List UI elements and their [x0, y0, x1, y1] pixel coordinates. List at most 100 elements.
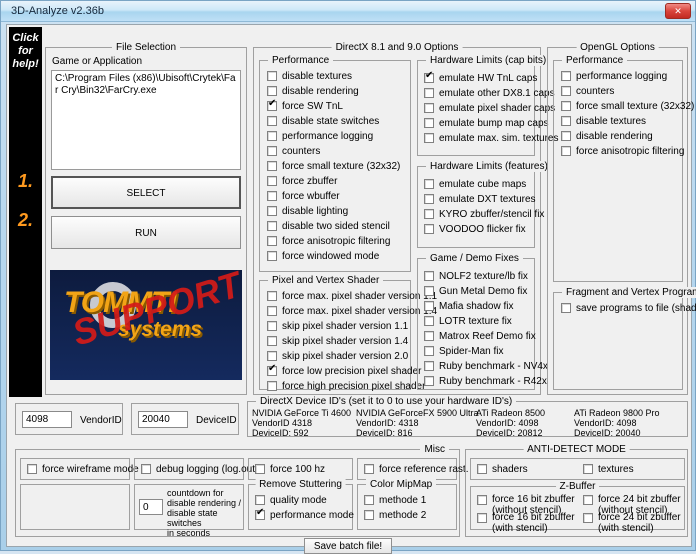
cb-emulate-cube-maps[interactable]: emulate cube maps [422, 177, 544, 192]
cb-lotr-texture-fix[interactable]: LOTR texture fix [422, 314, 548, 329]
checkbox-icon [561, 71, 571, 81]
cb-methode-1[interactable]: methode 1 [362, 493, 426, 508]
device-reference-name: NVIDIA GeForce Ti 4600 [252, 408, 352, 418]
cb-dx-force-small-texture[interactable]: force small texture (32x32) [265, 159, 400, 174]
cb-dx-force-windowed-mode[interactable]: force windowed mode [265, 249, 400, 264]
countdown-input[interactable] [139, 499, 163, 515]
cb-label: VOODOO flicker fix [439, 224, 526, 235]
checkbox-icon [267, 251, 277, 261]
cb-emulate-pixel-shader-caps[interactable]: emulate pixel shader caps [422, 101, 558, 116]
cb-force-24bit-zbuffer-with-stencil[interactable]: force 24 bit zbuffer (with stencil) [581, 511, 681, 535]
device-id-input[interactable] [138, 411, 188, 428]
cb-performance-mode[interactable]: performance mode [253, 507, 354, 523]
cb-gl-disable-rendering[interactable]: disable rendering [559, 129, 694, 144]
client-area: Click for help! 1. 2. File Selection Gam… [6, 24, 696, 554]
cb-skip-ps-20[interactable]: skip pixel shader version 2.0 [265, 349, 437, 364]
file-selection-group: File Selection Game or Application C:\Pr… [45, 42, 247, 395]
selected-path-display[interactable]: C:\Program Files (x86)\Ubisoft\Crytek\Fa… [51, 70, 241, 170]
checkbox-icon [561, 303, 571, 313]
cb-force-max-ps-14[interactable]: force max. pixel shader version 1.4 [265, 304, 437, 319]
checkbox-icon [255, 495, 265, 505]
color-mipmap-legend: Color MipMap [366, 479, 437, 490]
cb-methode-2[interactable]: methode 2 [362, 508, 426, 523]
vendor-id-input[interactable] [22, 411, 72, 428]
cb-dx-disable-rendering[interactable]: disable rendering [265, 84, 400, 99]
cb-force-16bit-zbuffer-with-stencil[interactable]: force 16 bit zbuffer (with stencil) [475, 511, 575, 535]
cb-dx-disable-state-switches[interactable]: disable state switches [265, 114, 400, 129]
cb-label: force wireframe mode [42, 464, 139, 475]
cb-emulate-other-dx81-caps[interactable]: emulate other DX8.1 caps [422, 86, 558, 101]
cb-gl-force-anisotropic-filtering[interactable]: force anisotropic filtering [559, 144, 694, 159]
cb-antidetect-shaders[interactable]: shaders [475, 462, 528, 477]
cb-force-100hz[interactable]: force 100 hz [253, 462, 325, 477]
help-sidebar[interactable]: Click for help! 1. 2. [9, 27, 42, 397]
run-button[interactable]: RUN [51, 216, 241, 249]
cb-skip-ps-11[interactable]: skip pixel shader version 1.1 [265, 319, 437, 334]
cb-kyro-zbuffer-stencil-fix[interactable]: KYRO zbuffer/stencil fix [422, 207, 544, 222]
checkbox-icon [424, 286, 434, 296]
cb-gl-counters[interactable]: counters [559, 84, 694, 99]
cb-force-low-precision-ps[interactable]: force low precision pixel shader [265, 363, 437, 379]
cb-debug-logging[interactable]: debug logging (log.out) [139, 462, 258, 477]
cb-save-programs-to-file[interactable]: save programs to file (shaders.out) [559, 301, 696, 316]
vendor-id-group: VendorID [15, 403, 123, 435]
opengl-performance-group: Performance performance logging counters… [553, 55, 694, 282]
cb-emulate-dxt-textures[interactable]: emulate DXT textures [422, 192, 544, 207]
fragment-vertex-programs-legend: Fragment and Vertex Programs [562, 287, 696, 298]
pixel-vertex-shader-legend: Pixel and Vertex Shader [268, 275, 384, 286]
cb-dx-disable-lighting[interactable]: disable lighting [265, 204, 400, 219]
cb-gl-force-small-texture[interactable]: force small texture (32x32) [559, 99, 694, 114]
cb-emulate-max-sim-textures[interactable]: emulate max. sim. textures [422, 131, 558, 146]
cb-dx-force-wbuffer[interactable]: force wbuffer [265, 189, 400, 204]
hardware-limits-cap-bits-legend: Hardware Limits (cap bits) [426, 55, 551, 66]
cb-label: LOTR texture fix [439, 316, 512, 327]
save-batch-file-button[interactable]: Save batch file! [304, 538, 392, 554]
device-reference-1: NVIDIA GeForceFX 5900 Ultra VendorID: 43… [356, 408, 496, 438]
cb-spider-man-fix[interactable]: Spider-Man fix [422, 344, 548, 359]
cb-dx-force-zbuffer[interactable]: force zbuffer [265, 174, 400, 189]
step-number-2: 2. [17, 210, 33, 230]
cb-label: disable textures [282, 71, 353, 82]
cb-label: emulate bump map caps [439, 118, 549, 129]
cb-label: force windowed mode [282, 251, 380, 262]
device-reference-name: ATi Radeon 8500 [476, 408, 546, 418]
cb-label: Matrox Reef Demo fix [439, 331, 536, 342]
cb-ruby-benchmark-r42x[interactable]: Ruby benchmark - R42x [422, 374, 548, 389]
cb-mafia-shadow-fix[interactable]: Mafia shadow fix [422, 299, 548, 314]
cb-force-reference-rast[interactable]: force reference rast. [362, 462, 468, 477]
cb-gl-performance-logging[interactable]: performance logging [559, 69, 694, 84]
cb-gl-disable-textures[interactable]: disable textures [559, 114, 694, 129]
cb-antidetect-textures[interactable]: textures [581, 462, 634, 477]
cb-emulate-bump-map-caps[interactable]: emulate bump map caps [422, 116, 558, 131]
cb-label: textures [598, 464, 634, 475]
cb-skip-ps-14[interactable]: skip pixel shader version 1.4 [265, 334, 437, 349]
cb-emulate-hw-tnl-caps[interactable]: emulate HW TnL caps [422, 70, 558, 86]
cb-label: methode 2 [379, 510, 427, 521]
cb-force-high-precision-ps[interactable]: force high precision pixel shader [265, 379, 437, 394]
zbuffer-group: Z-Buffer force 16 bit zbuffer (without s… [470, 481, 685, 534]
checkbox-icon [424, 133, 434, 143]
checkbox-icon [424, 118, 434, 128]
cb-gun-metal-demo-fix[interactable]: Gun Metal Demo fix [422, 284, 548, 299]
cb-dx-counters[interactable]: counters [265, 144, 400, 159]
cb-label: emulate max. sim. textures [439, 133, 559, 144]
directx-options-legend: DirectX 8.1 and 9.0 Options [331, 42, 463, 53]
cb-quality-mode[interactable]: quality mode [253, 493, 354, 508]
cb-dx-force-sw-tnl[interactable]: force SW TnL [265, 98, 400, 114]
checkbox-icon [267, 321, 277, 331]
cb-voodoo-flicker-fix[interactable]: VOODOO flicker fix [422, 222, 544, 237]
cb-force-wireframe-mode[interactable]: force wireframe mode [25, 462, 139, 477]
checkbox-icon [424, 194, 434, 204]
cb-dx-force-anisotropic-filtering[interactable]: force anisotropic filtering [265, 234, 400, 249]
cb-dx-disable-two-sided-stencil[interactable]: disable two sided stencil [265, 219, 400, 234]
cb-force-max-ps-11[interactable]: force max. pixel shader version 1.1 [265, 289, 437, 304]
cb-dx-performance-logging[interactable]: performance logging [265, 129, 400, 144]
cb-label: Spider-Man fix [439, 346, 504, 357]
cb-nolf2-fix[interactable]: NOLF2 texture/lb fix [422, 269, 548, 284]
cb-ruby-benchmark-nv4x[interactable]: Ruby benchmark - NV4x [422, 359, 548, 374]
cb-matrox-reef-demo-fix[interactable]: Matrox Reef Demo fix [422, 329, 548, 344]
select-button[interactable]: SELECT [51, 176, 241, 209]
close-icon[interactable]: ✕ [665, 3, 691, 19]
cb-dx-disable-textures[interactable]: disable textures [265, 69, 400, 84]
directx-performance-group: Performance disable textures disable ren… [259, 55, 411, 272]
